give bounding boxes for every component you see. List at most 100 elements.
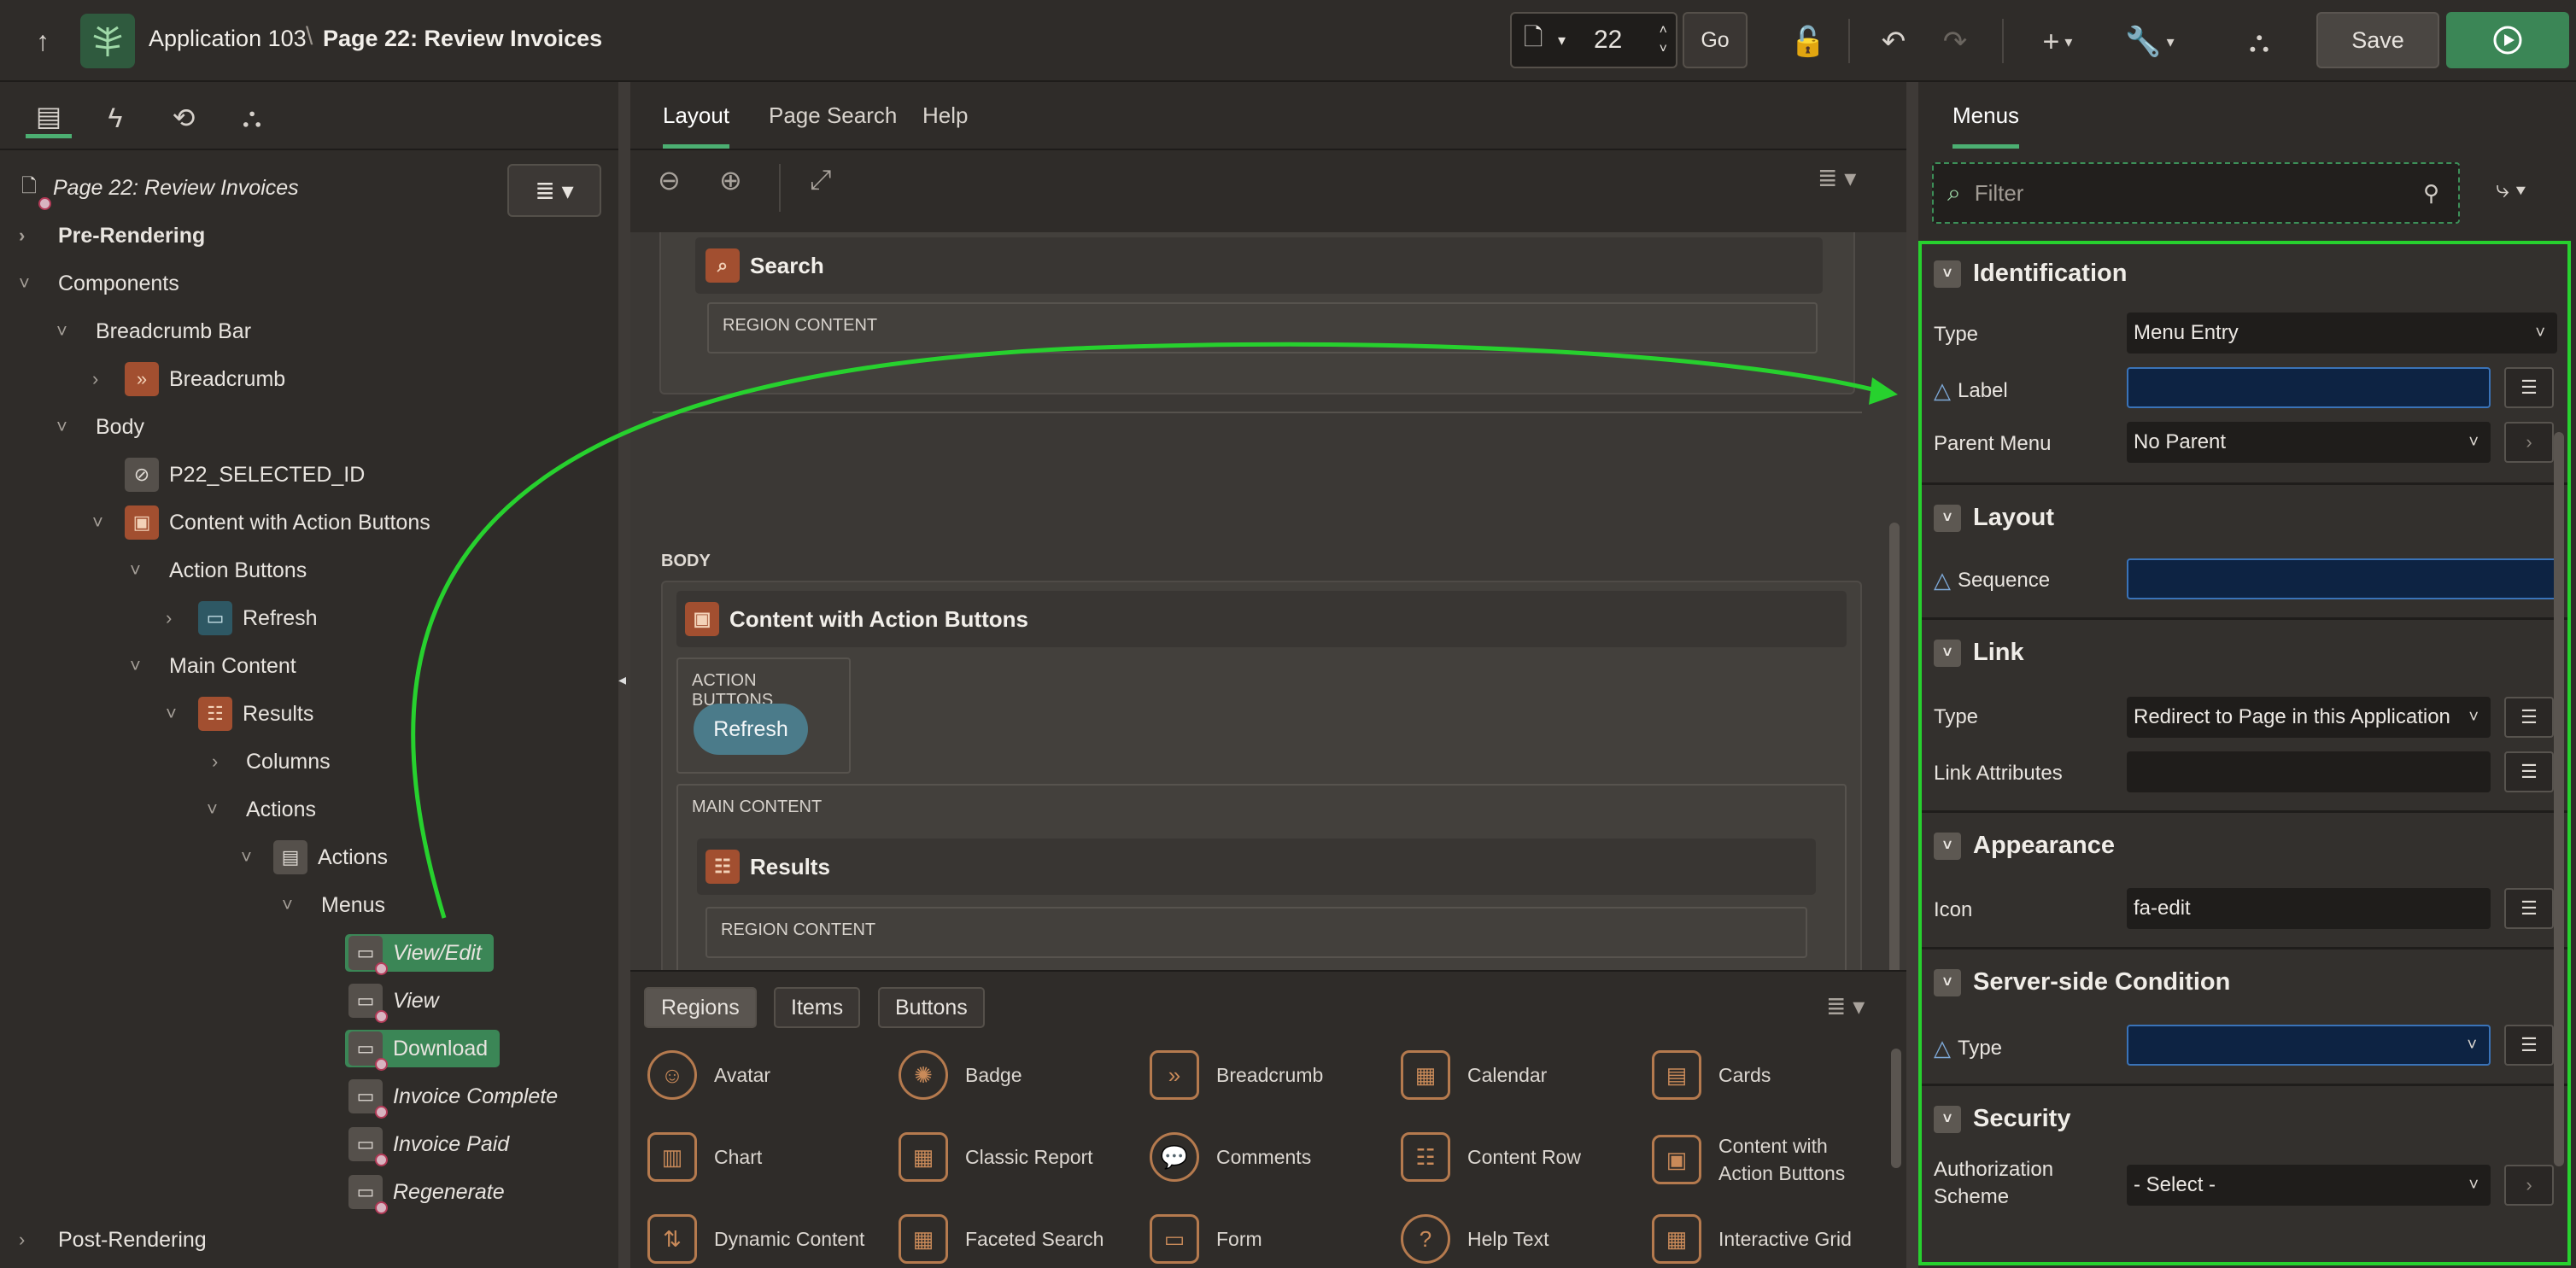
save-button[interactable]: Save: [2316, 12, 2439, 68]
layout-menu-icon[interactable]: ≣ ▾: [1818, 164, 1856, 192]
chevron-down-icon[interactable]: ˅: [1934, 1105, 1961, 1133]
utilities-wrench-icon[interactable]: 🔧 ▾: [2120, 19, 2180, 65]
tree-node-refresh[interactable]: › ▭ Refresh: [166, 598, 318, 639]
page-selector[interactable]: 🗋 ▾ 22 ˄ ˅: [1510, 12, 1677, 68]
chevron-right-icon[interactable]: ›: [166, 607, 172, 629]
list-icon[interactable]: ☰: [2504, 697, 2554, 738]
tree-menu-item[interactable]: ▭ Invoice Complete: [348, 1076, 558, 1119]
pin-icon[interactable]: ⚲: [2423, 180, 2439, 207]
create-menu-icon[interactable]: + ▾: [2028, 19, 2087, 65]
group-header[interactable]: ˅ Appearance: [1934, 832, 2115, 860]
tab-page-search[interactable]: Page Search: [769, 102, 897, 144]
chevron-down-icon[interactable]: ˅: [130, 655, 141, 677]
chevron-down-icon[interactable]: ˅: [207, 798, 218, 821]
canvas-scrollbar[interactable]: [1889, 523, 1900, 1035]
tree-menu-item[interactable]: ▭ View: [348, 980, 439, 1023]
region-content-with-action-buttons[interactable]: ▣ Content with Action Buttons ACTION BUT…: [661, 581, 1862, 1018]
gallery-scrollbar[interactable]: [1891, 1049, 1901, 1168]
collapse-left-icon[interactable]: ◂: [618, 671, 626, 689]
go-to-group-icon[interactable]: ⤷ ▾: [2496, 176, 2526, 204]
tree-node-actions-folder[interactable]: ˅ Actions: [207, 789, 316, 830]
chevron-down-icon[interactable]: ˅: [1934, 832, 1961, 860]
gallery-item[interactable]: ▦ Faceted Search: [899, 1214, 1104, 1264]
undo-icon[interactable]: ↶: [1871, 19, 1917, 65]
chevron-down-icon[interactable]: ˅: [282, 894, 293, 916]
gallery-item[interactable]: ▦ Interactive Grid: [1652, 1214, 1852, 1264]
chevron-down-icon[interactable]: ˅: [56, 416, 67, 438]
breadcrumb-app[interactable]: Application 103: [149, 26, 307, 52]
go-to-arrow-icon[interactable]: ›: [2504, 422, 2554, 463]
processing-tab-icon[interactable]: ⟲: [161, 97, 207, 138]
group-header[interactable]: ˅ Server-side Condition: [1934, 968, 2230, 996]
group-header[interactable]: ˅ Security: [1934, 1105, 2070, 1133]
type-select[interactable]: Menu Entry ˅: [2127, 313, 2557, 354]
gallery-tab-regions[interactable]: Regions: [644, 987, 757, 1028]
tree-node-breadcrumb[interactable]: › » Breadcrumb: [92, 359, 285, 400]
gallery-item[interactable]: ▥ Chart: [647, 1132, 762, 1182]
chevron-down-icon[interactable]: ˅: [1934, 639, 1961, 667]
region-content-slot[interactable]: REGION CONTENT: [707, 302, 1818, 354]
dynamic-actions-tab-icon[interactable]: ϟ: [92, 97, 138, 138]
gallery-item[interactable]: ☺ Avatar: [647, 1050, 770, 1100]
shared-components-tab-icon[interactable]: ⛬: [229, 97, 275, 138]
tree-menu-item[interactable]: ▭ Regenerate: [348, 1172, 505, 1214]
tree-root[interactable]: 🗋 Page 22: Review Invoices: [12, 167, 299, 210]
chevron-right-icon[interactable]: ›: [92, 368, 98, 390]
tree-menu-item[interactable]: ▭ Invoice Paid: [348, 1124, 509, 1166]
group-header[interactable]: ˅ Identification: [1934, 260, 2127, 288]
chevron-down-icon[interactable]: ˅: [1934, 968, 1961, 996]
filter-input[interactable]: [1974, 179, 2368, 207]
tree-menu-item[interactable]: ▭ View/Edit: [345, 934, 494, 975]
list-icon[interactable]: ☰: [2504, 888, 2554, 929]
expand-icon[interactable]: ⤢: [810, 164, 832, 196]
region-search[interactable]: ⌕ Search REGION CONTENT: [659, 232, 1855, 394]
left-splitter[interactable]: ◂: [618, 82, 630, 1268]
list-icon[interactable]: ☰: [2504, 1025, 2554, 1066]
ssc-type-select[interactable]: ˅: [2127, 1025, 2491, 1066]
chevron-down-icon[interactable]: ˅: [1934, 504, 1961, 532]
tree-node-post-rendering[interactable]: › Post-Rendering: [19, 1219, 207, 1260]
chevron-right-icon[interactable]: ›: [19, 1229, 25, 1251]
gallery-item[interactable]: 💬 Comments: [1150, 1132, 1311, 1182]
tree-node-actions[interactable]: ˅ ▤ Actions: [241, 837, 388, 878]
page-number-input[interactable]: 22: [1594, 26, 1622, 55]
go-button[interactable]: Go: [1683, 12, 1748, 68]
gallery-item[interactable]: ✺ Badge: [899, 1050, 1022, 1100]
gallery-item[interactable]: ▭ Form: [1150, 1214, 1262, 1264]
page-stepper-icon[interactable]: ˄ ˅: [1660, 21, 1667, 59]
gallery-item[interactable]: ▣ Content with Action Buttons: [1652, 1132, 1872, 1187]
link-type-select[interactable]: Redirect to Page in this Application ˅: [2127, 697, 2491, 738]
results-region-header[interactable]: ☷ Results: [697, 839, 1816, 895]
up-arrow-icon[interactable]: ↑: [22, 20, 63, 61]
group-header[interactable]: ˅ Link: [1934, 639, 2024, 667]
sequence-input[interactable]: [2127, 558, 2557, 599]
filter-box[interactable]: ⌕ ⚲: [1932, 162, 2460, 224]
tree-node-content-with-action-buttons[interactable]: ˅ ▣ Content with Action Buttons: [92, 502, 430, 543]
tab-layout[interactable]: Layout: [663, 102, 730, 149]
tree-node-p22[interactable]: ⊘ P22_SELECTED_ID: [125, 454, 365, 495]
gallery-item[interactable]: ▤ Cards: [1652, 1050, 1771, 1100]
tab-menus[interactable]: Menus: [1952, 102, 2020, 149]
gallery-tab-buttons[interactable]: Buttons: [878, 987, 985, 1028]
redo-icon[interactable]: ↷: [1932, 19, 1978, 65]
group-header[interactable]: ˅ Layout: [1934, 504, 2054, 532]
tree-node-pre-rendering[interactable]: › Pre-Rendering: [19, 215, 205, 256]
tree-node-body[interactable]: ˅ Body: [56, 406, 144, 447]
gallery-menu-icon[interactable]: ≣ ▾: [1826, 992, 1865, 1020]
chevron-right-icon[interactable]: ›: [19, 225, 25, 247]
gallery-item[interactable]: » Breadcrumb: [1150, 1050, 1323, 1100]
tree-menu-button[interactable]: ≣ ▾: [507, 164, 601, 217]
gallery-item[interactable]: ⇅ Dynamic Content: [647, 1214, 864, 1264]
right-splitter[interactable]: [1906, 82, 1918, 1268]
list-icon[interactable]: ☰: [2504, 367, 2554, 408]
icon-input[interactable]: fa-edit: [2127, 888, 2491, 929]
chevron-right-icon[interactable]: ›: [212, 751, 218, 773]
authorization-scheme-select[interactable]: - Select - ˅: [2127, 1165, 2491, 1206]
lock-icon[interactable]: 🔓: [1785, 19, 1831, 65]
link-attributes-input[interactable]: [2127, 751, 2491, 792]
list-icon[interactable]: ☰: [2504, 751, 2554, 792]
gallery-tab-items[interactable]: Items: [774, 987, 861, 1028]
gallery-item[interactable]: ▦ Classic Report: [899, 1132, 1093, 1182]
layout-canvas[interactable]: ⌕ Search REGION CONTENT BODY ▣ Content w…: [630, 232, 1906, 1052]
chevron-down-icon[interactable]: ˅: [1934, 260, 1961, 288]
